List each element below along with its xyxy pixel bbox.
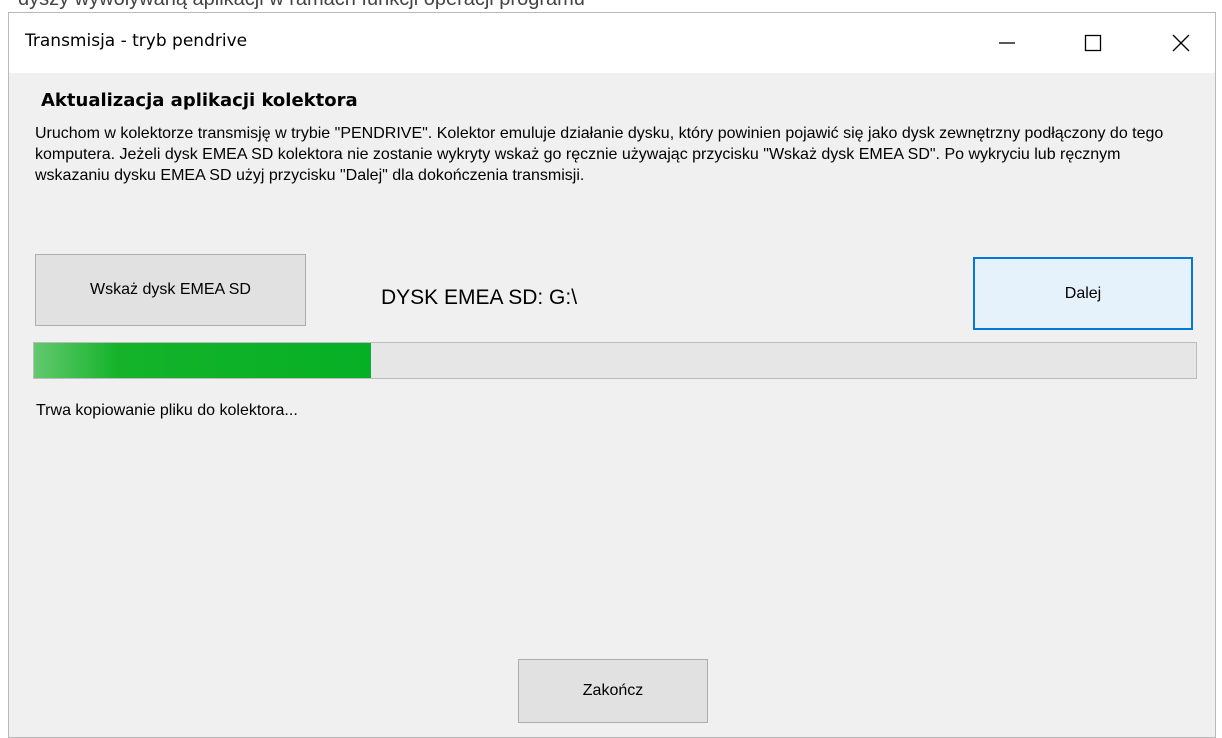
window-title: Transmisja - tryb pendrive <box>25 31 248 51</box>
background-text: dyszy wywoływaną aplikacji w ramach funk… <box>18 0 585 11</box>
maximize-icon <box>1084 34 1102 52</box>
instructions-text: Uruchom w kolektorze transmisję w trybie… <box>35 125 1164 184</box>
status-text: Trwa kopiowanie pliku do kolektora... <box>36 402 298 419</box>
close-icon <box>1172 34 1190 52</box>
section-heading: Aktualizacja aplikacji kolektora <box>41 90 358 111</box>
select-disk-button[interactable]: Wskaż dysk EMEA SD <box>35 254 306 326</box>
transmission-dialog: Transmisja - tryb pendrive Aktualizacja … <box>8 12 1216 738</box>
disk-label: DYSK EMEA SD: G:\ <box>381 286 578 309</box>
minimize-icon <box>999 42 1015 44</box>
close-button[interactable] <box>1153 13 1209 73</box>
progress-bar <box>33 342 1197 379</box>
finish-button[interactable]: Zakończ <box>518 659 708 723</box>
title-bar[interactable]: Transmisja - tryb pendrive <box>9 13 1215 73</box>
maximize-button[interactable] <box>1065 13 1121 73</box>
next-button[interactable]: Dalej <box>973 257 1193 330</box>
progress-fill <box>34 343 371 378</box>
minimize-button[interactable] <box>979 13 1035 73</box>
